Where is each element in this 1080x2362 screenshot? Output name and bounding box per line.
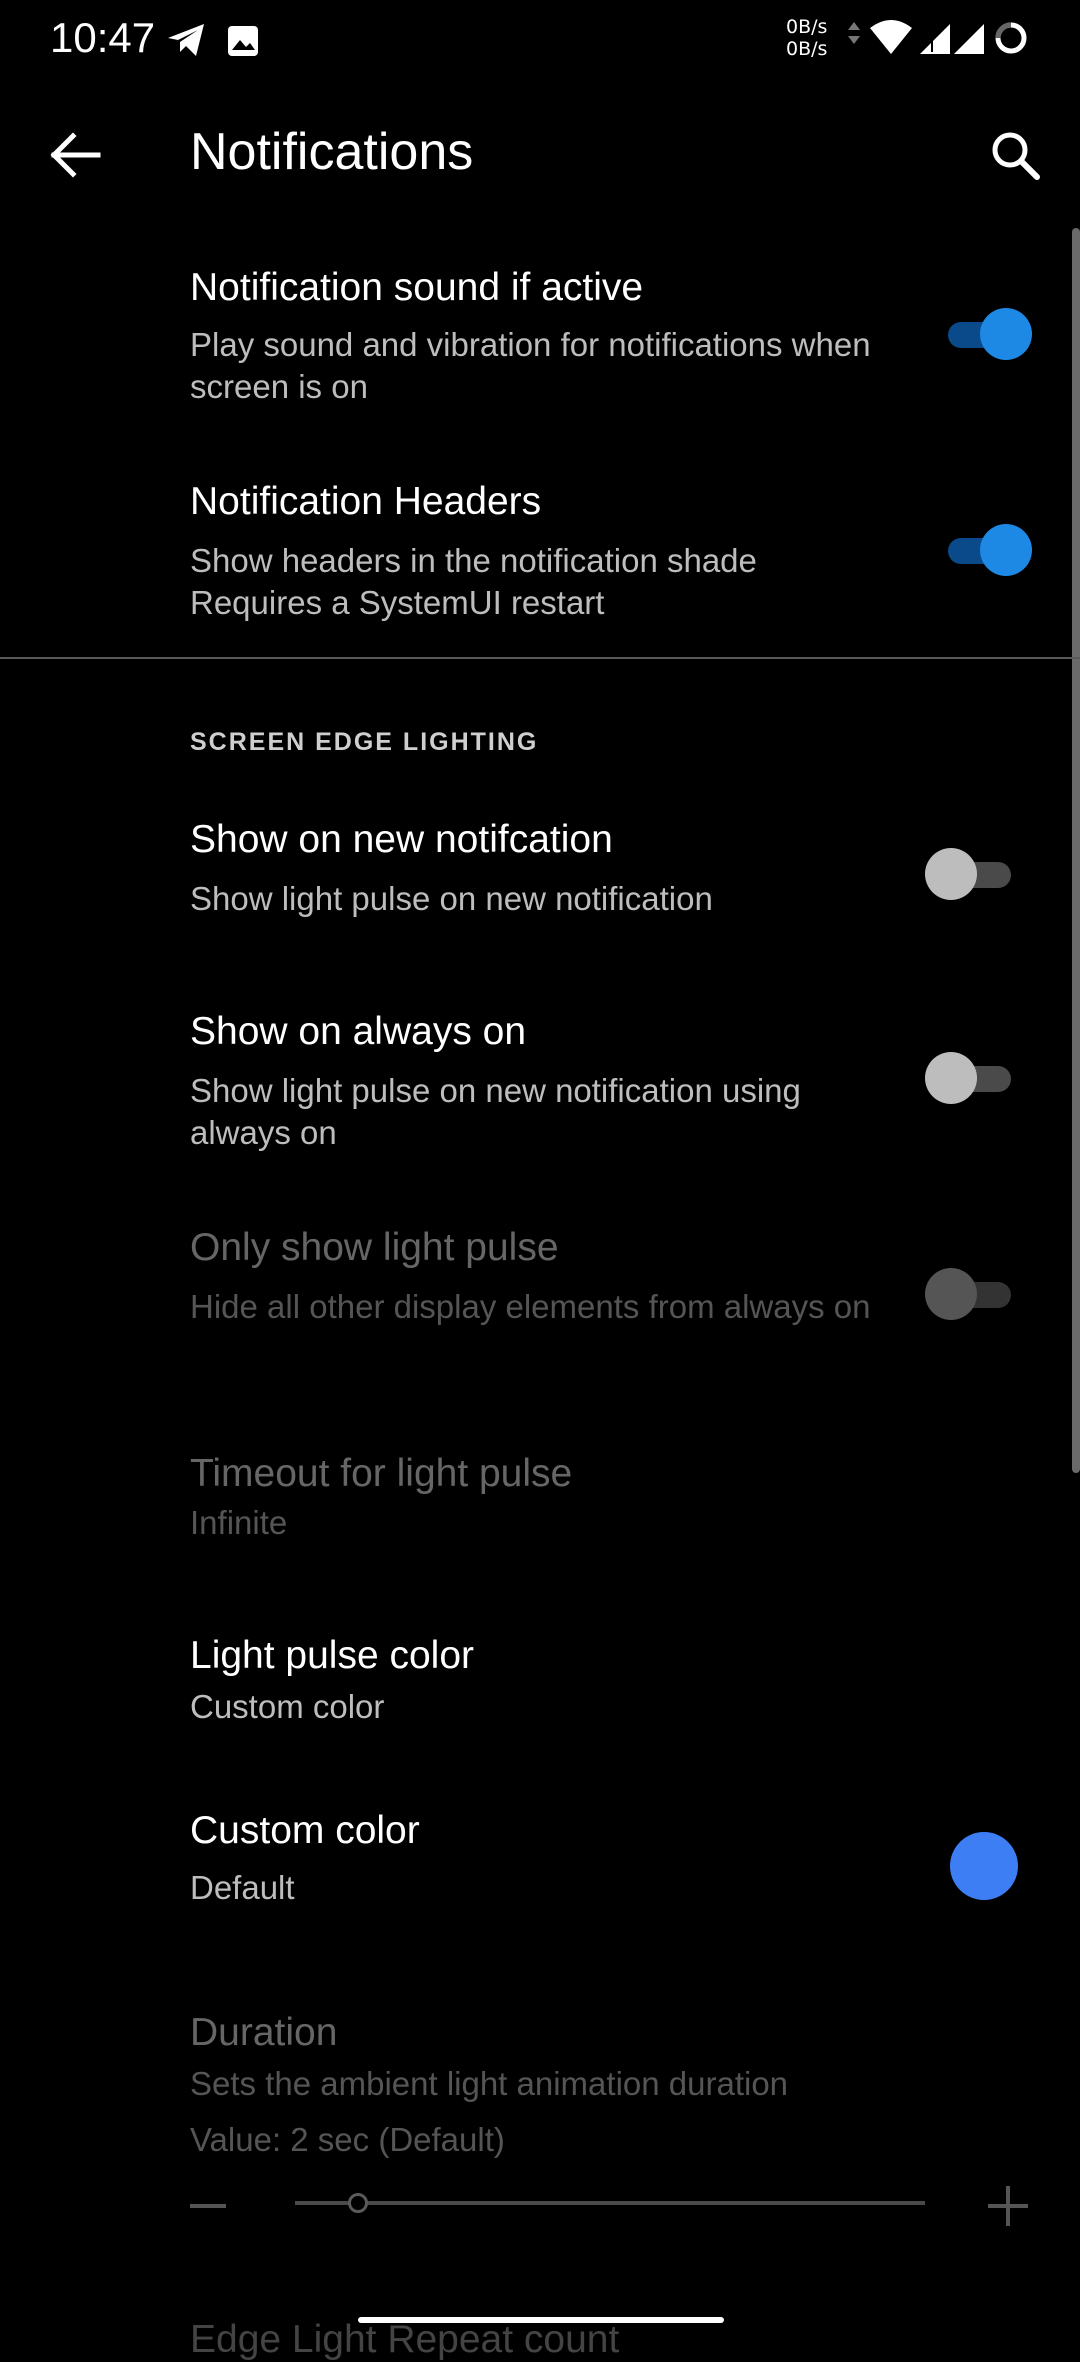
setting-show-on-always-on[interactable]: Show on always on Show light pulse on ne… bbox=[0, 1000, 1080, 1170]
setting-title: Notification sound if active bbox=[190, 266, 644, 309]
notification-sound-toggle[interactable] bbox=[940, 306, 1032, 362]
duration-increase-button bbox=[986, 2184, 1030, 2228]
setting-title: Duration bbox=[190, 2011, 338, 2054]
minus-icon bbox=[190, 2204, 226, 2208]
setting-title: Custom color bbox=[190, 1809, 420, 1852]
plus-icon bbox=[988, 2186, 1028, 2226]
setting-subtitle: Infinite bbox=[190, 1504, 288, 1541]
status-left-icons bbox=[166, 20, 276, 65]
search-button[interactable] bbox=[980, 120, 1050, 190]
setting-subtitle: Play sound and vibration for notificatio… bbox=[190, 326, 871, 405]
setting-notification-sound[interactable]: Notification sound if active Play sound … bbox=[0, 250, 1080, 420]
section-divider bbox=[0, 657, 1080, 659]
setting-title: Notification Headers bbox=[190, 480, 542, 523]
data-arrows-icon bbox=[848, 22, 860, 44]
page-title: Notifications bbox=[190, 123, 474, 181]
setting-notification-headers[interactable]: Notification Headers Show headers in the… bbox=[0, 466, 1080, 636]
setting-show-on-new-notification[interactable]: Show on new notifcation Show light pulse… bbox=[0, 810, 1080, 940]
network-speed: 0B/s 0B/s bbox=[786, 16, 827, 60]
setting-title: Light pulse color bbox=[190, 1634, 475, 1677]
toggle-thumb bbox=[925, 1268, 977, 1320]
gesture-nav-handle[interactable] bbox=[358, 2317, 724, 2323]
duration-decrease-button bbox=[188, 2186, 228, 2226]
setting-only-show-light-pulse: Only show light pulse Hide all other dis… bbox=[0, 1216, 1080, 1386]
setting-subtitle: Show light pulse on new notification bbox=[190, 880, 713, 917]
show-on-new-notification-toggle[interactable] bbox=[925, 846, 1015, 902]
setting-subtitle: Show headers in the notification shade R… bbox=[190, 542, 757, 621]
setting-subtitle: Custom color bbox=[190, 1688, 385, 1725]
notification-headers-toggle[interactable] bbox=[940, 522, 1032, 578]
net-speed-down: 0B/s bbox=[786, 38, 828, 60]
setting-custom-color[interactable]: Custom color Default bbox=[0, 1805, 1080, 1935]
custom-color-swatch[interactable] bbox=[950, 1832, 1018, 1900]
setting-title: Show on always on bbox=[190, 1010, 527, 1053]
search-icon bbox=[992, 132, 1040, 180]
toggle-thumb bbox=[980, 524, 1032, 576]
setting-title: Only show light pulse bbox=[190, 1226, 559, 1269]
duration-slider-thumb bbox=[348, 2193, 368, 2213]
back-button[interactable] bbox=[40, 120, 110, 190]
setting-duration: Duration Sets the ambient light animatio… bbox=[0, 2005, 1080, 2265]
setting-subtitle: Show light pulse on new notification usi… bbox=[190, 1072, 801, 1151]
net-speed-up: 0B/s bbox=[786, 16, 828, 38]
setting-title: Timeout for light pulse bbox=[190, 1452, 573, 1495]
section-header: SCREEN EDGE LIGHTING bbox=[190, 728, 539, 756]
show-on-always-on-toggle[interactable] bbox=[925, 1050, 1015, 1106]
only-show-light-pulse-toggle bbox=[925, 1266, 1015, 1322]
setting-timeout-light-pulse: Timeout for light pulse Infinite bbox=[0, 1444, 1080, 1574]
status-time: 10:47 bbox=[50, 14, 156, 61]
wifi-icon bbox=[870, 20, 912, 54]
setting-light-pulse-color[interactable]: Light pulse color Custom color bbox=[0, 1630, 1080, 1760]
signal-icon bbox=[954, 24, 984, 54]
partial-setting-title: Edge Light Repeat count bbox=[190, 2318, 620, 2361]
toggle-thumb bbox=[925, 848, 977, 900]
status-right-icons bbox=[840, 16, 1060, 66]
image-icon bbox=[228, 26, 258, 56]
toggle-thumb bbox=[925, 1052, 977, 1104]
telegram-icon bbox=[168, 24, 204, 56]
status-bar: 10:47 0B/s 0B/s bbox=[0, 0, 1080, 80]
setting-subtitle: Sets the ambient light animation duratio… bbox=[190, 2065, 789, 2102]
setting-subtitle: Default bbox=[190, 1869, 295, 1906]
setting-subtitle: Hide all other display elements from alw… bbox=[190, 1288, 871, 1325]
signal-icon bbox=[920, 24, 950, 54]
duration-slider bbox=[295, 2201, 925, 2205]
setting-title: Show on new notifcation bbox=[190, 818, 613, 861]
duration-value: Value: 2 sec (Default) bbox=[190, 2121, 505, 2158]
arrow-back-icon bbox=[50, 132, 101, 178]
app-bar: Notifications bbox=[0, 90, 1080, 220]
toggle-thumb bbox=[980, 308, 1032, 360]
battery-icon bbox=[995, 22, 1027, 54]
